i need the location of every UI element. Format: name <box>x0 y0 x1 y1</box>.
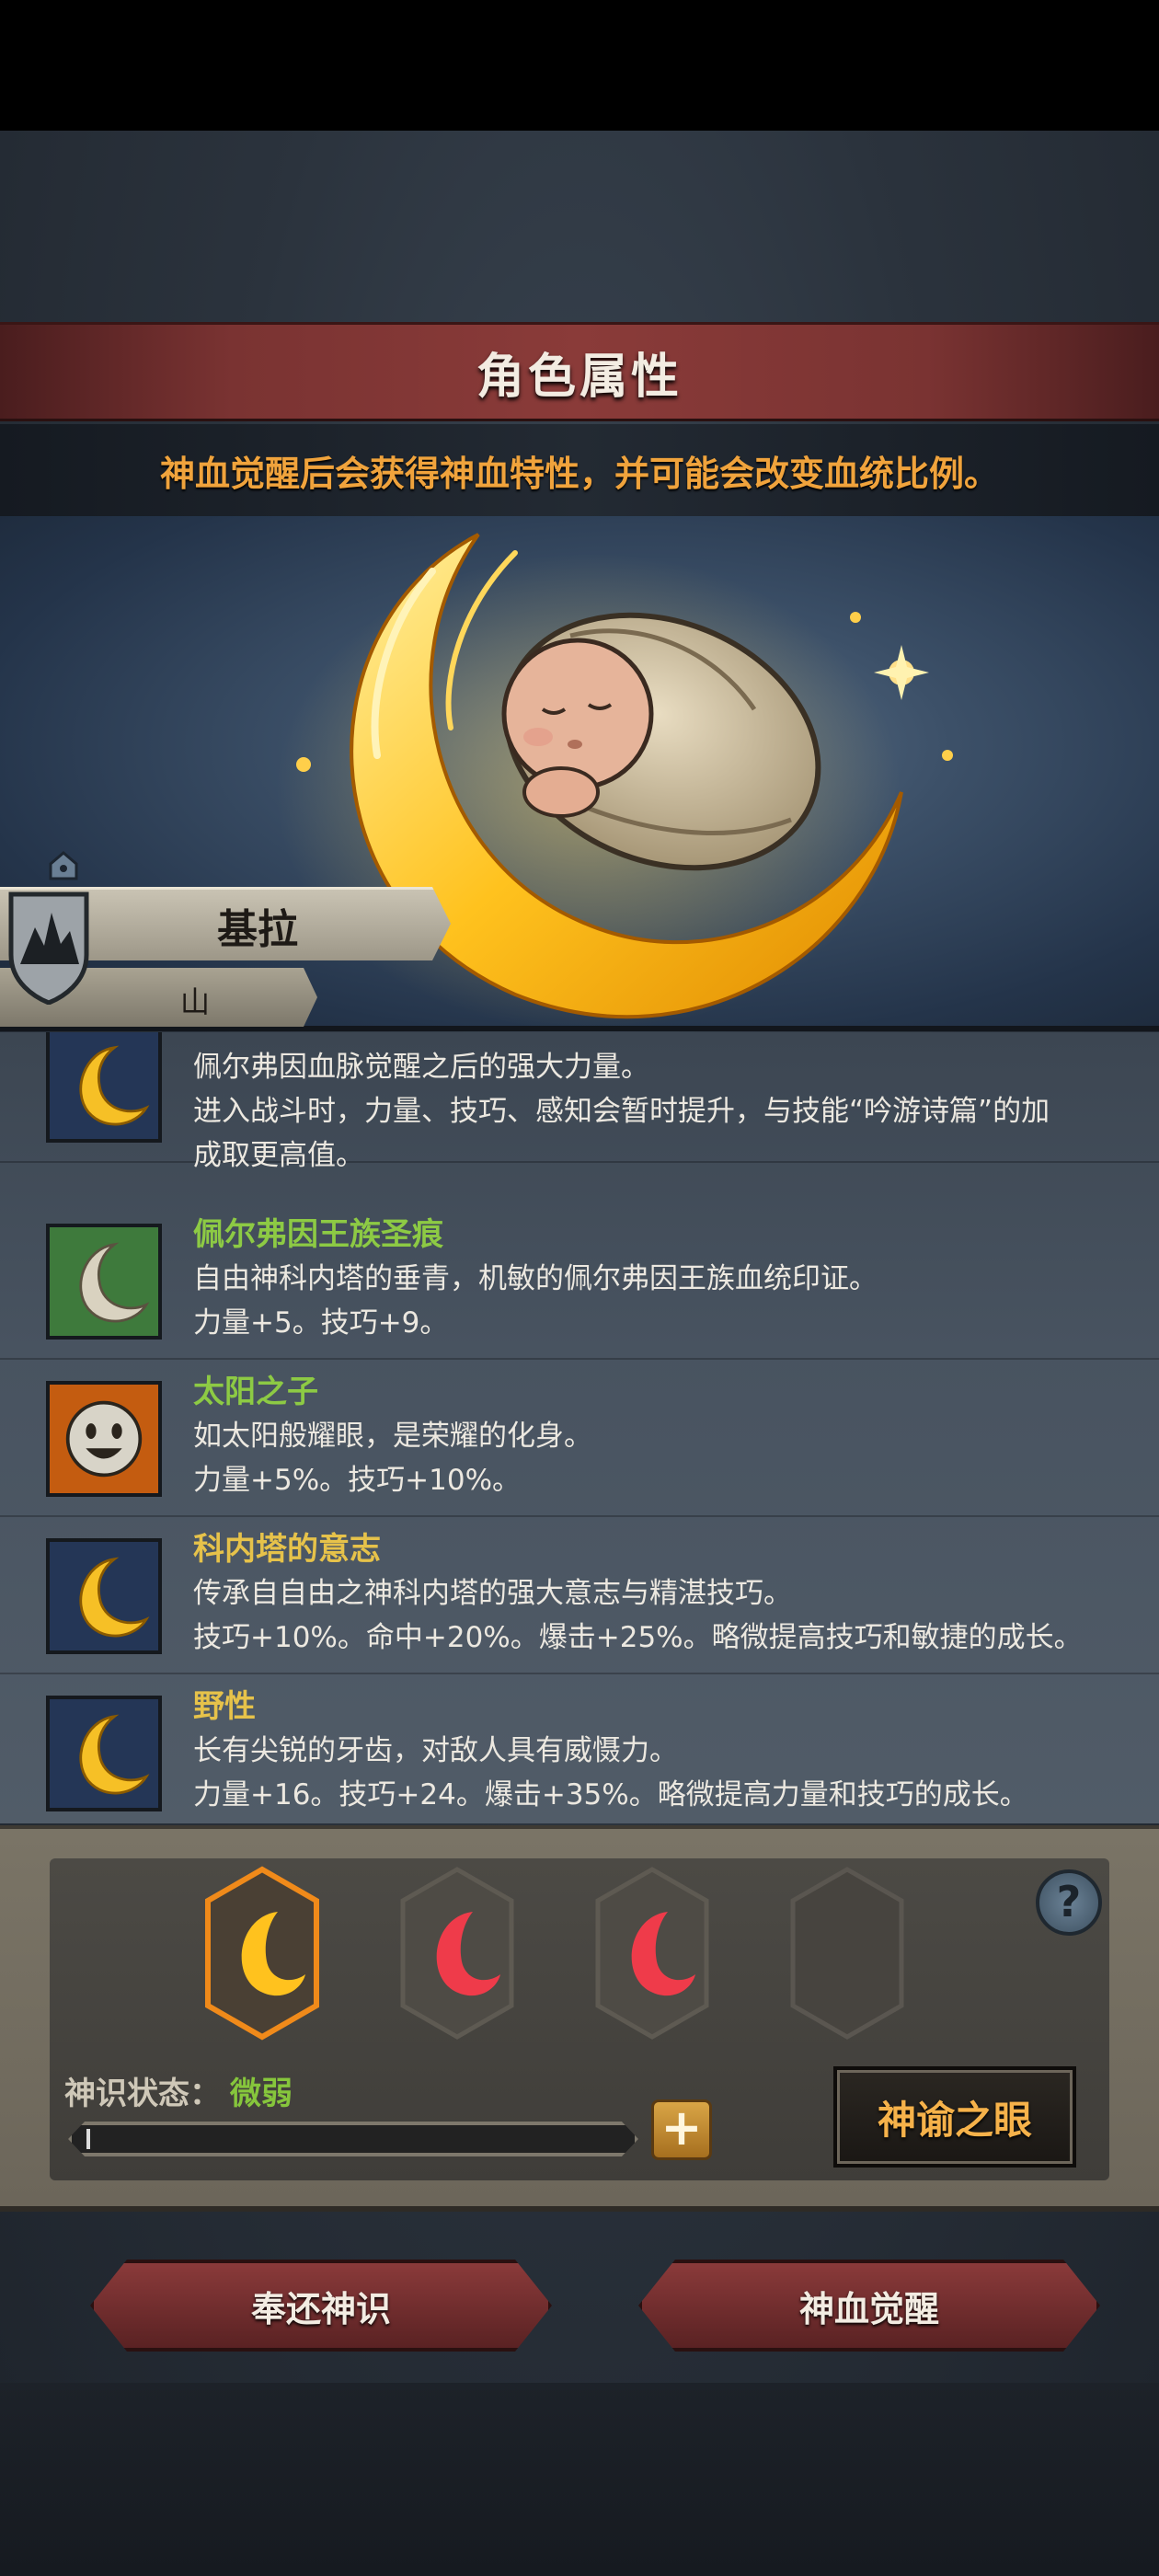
trait-stat: 力量+16。技巧+24。爆击+35%。略微提高力量和技巧的成长。 <box>193 1778 1028 1811</box>
trait-description: 长有尖锐的牙齿，对敌人具有威慑力。 <box>193 1734 678 1767</box>
status-bar-area <box>0 0 1159 131</box>
divine-slot-red[interactable] <box>592 1866 712 2041</box>
divine-status-value: 微弱 <box>230 2076 293 2112</box>
trait-stat: 技巧+10%。命中+20%。爆击+25%。略微提高技巧和敏捷的成长。 <box>193 1621 1083 1654</box>
character-name: 基拉 <box>217 906 298 953</box>
divine-slot-empty[interactable] <box>787 1866 907 2041</box>
trait-name: 野性 <box>193 1688 256 1725</box>
title-bar: 角色属性 <box>0 322 1159 421</box>
return-divine-label: 奉还神识 <box>250 2288 391 2329</box>
return-divine-button[interactable]: 奉还神识 <box>90 2260 552 2352</box>
oracle-eye-label: 神谕之眼 <box>877 2097 1032 2143</box>
trait-item[interactable]: 太阳之子 如太阳般耀眼，是荣耀的化身。 力量+5%。技巧+10%。 <box>0 1361 1159 1517</box>
silver-moon-icon <box>46 1224 162 1340</box>
trait-list[interactable]: 佩尔弗因血脉觉醒之后的强大力量。 进入战斗时，力量、技巧、感知会暂时提升，与技能… <box>0 1032 1159 1823</box>
blood-awaken-label: 神血觉醒 <box>798 2288 939 2329</box>
sun-face-icon <box>46 1381 162 1497</box>
trait-stat: 力量+5%。技巧+10%。 <box>193 1464 522 1497</box>
moon-icon <box>46 1696 162 1811</box>
trait-item[interactable]: 野性 长有尖锐的牙齿，对敌人具有威慑力。 力量+16。技巧+24。爆击+35%。… <box>0 1675 1159 1823</box>
divine-slot-gold[interactable] <box>202 1866 322 2041</box>
bottom-area <box>0 2383 1159 2576</box>
moon-icon <box>46 1538 162 1654</box>
divine-slot-red[interactable] <box>397 1866 517 2041</box>
trait-item[interactable]: 科内塔的意志 传承自自由之神科内塔的强大意志与精湛技巧。 技巧+10%。命中+2… <box>0 1518 1159 1674</box>
hint-bar: 神血觉醒后会获得神血特性，并可能会改变血统比例。 <box>0 424 1159 516</box>
trait-name: 太阳之子 <box>193 1374 318 1410</box>
divine-status-label: 神识状态： <box>64 2076 221 2112</box>
hint-text: 神血觉醒后会获得神血特性，并可能会改变血统比例。 <box>159 453 999 494</box>
divine-progress-bar <box>68 2122 638 2156</box>
divine-progress-fill <box>86 2129 90 2149</box>
trait-name: 科内塔的意志 <box>193 1531 381 1568</box>
character-origin: 山 <box>180 984 211 1019</box>
trait-stat: 进入战斗时，力量、技巧、感知会暂时提升，与技能“吟游诗篇”的加 <box>193 1095 1050 1128</box>
oracle-eye-button[interactable]: 神谕之眼 <box>833 2066 1076 2168</box>
trait-description: 佩尔弗因血脉觉醒之后的强大力量。 <box>193 1051 649 1084</box>
trait-item[interactable]: 佩尔弗因王族圣痕 自由神科内塔的垂青，机敏的佩尔弗因王族血统印证。 力量+5。技… <box>0 1203 1159 1360</box>
help-button[interactable]: ? <box>1036 1869 1102 1936</box>
trait-description: 如太阳般耀眼，是荣耀的化身。 <box>193 1420 592 1453</box>
blood-awaken-button[interactable]: 神血觉醒 <box>638 2260 1100 2352</box>
clan-shield-icon <box>8 891 89 1005</box>
page-title: 角色属性 <box>476 349 683 405</box>
trait-item[interactable]: 佩尔弗因血脉觉醒之后的强大力量。 进入战斗时，力量、技巧、感知会暂时提升，与技能… <box>0 1032 1159 1172</box>
add-divine-button[interactable]: + <box>651 2099 712 2160</box>
trait-name: 佩尔弗因王族圣痕 <box>193 1216 443 1253</box>
trait-description: 传承自自由之神科内塔的强大意志与精湛技巧。 <box>193 1577 792 1610</box>
trait-description: 自由神科内塔的垂青，机敏的佩尔弗因王族血统印证。 <box>193 1262 878 1295</box>
home-icon <box>49 851 78 880</box>
trait-stat: 力量+5。技巧+9。 <box>193 1306 449 1340</box>
moon-icon <box>46 1032 162 1143</box>
trait-stat-continued: 成取更高值。 <box>193 1139 364 1172</box>
